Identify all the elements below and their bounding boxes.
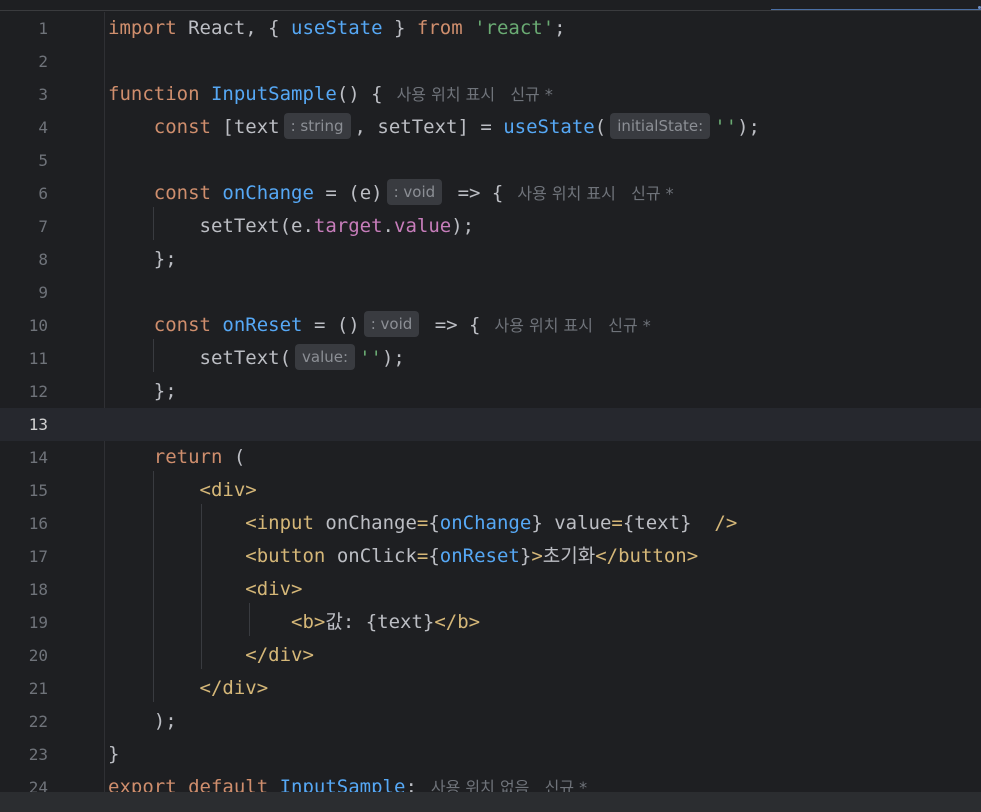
line-number: 4 bbox=[38, 118, 48, 137]
code-text: const onChange = (e): void => {사용 위치 표시 … bbox=[108, 177, 674, 210]
type-hint: : void bbox=[363, 311, 420, 337]
code-text: function InputSample() {사용 위치 표시 신규 * bbox=[108, 83, 553, 105]
line-number: 9 bbox=[38, 283, 48, 302]
code-line[interactable]: 11 setText(value: ''); bbox=[0, 342, 981, 375]
parameter-hint: value: bbox=[295, 344, 356, 370]
code-line[interactable]: 8 }; bbox=[0, 243, 981, 276]
code-line[interactable]: 9 bbox=[0, 276, 981, 309]
code-vision-lens[interactable]: 사용 위치 표시 신규 * bbox=[517, 184, 673, 203]
line-number: 23 bbox=[28, 745, 48, 764]
line-number: 16 bbox=[28, 514, 48, 533]
code-text: </div> bbox=[199, 677, 269, 699]
line-number: 12 bbox=[28, 382, 48, 401]
line-number: 22 bbox=[28, 712, 48, 731]
line-number: 15 bbox=[28, 481, 48, 500]
code-line[interactable]: 7 setText(e.target.value); bbox=[0, 210, 981, 243]
code-line[interactable]: 20 </div> bbox=[0, 639, 981, 672]
line-number: 19 bbox=[28, 613, 48, 632]
code-text: </div> bbox=[245, 644, 314, 666]
code-line[interactable]: 15 <div> bbox=[0, 474, 981, 507]
code-text: const onReset = (): void => {사용 위치 표시 신규… bbox=[108, 309, 651, 342]
code-line[interactable]: 19 <b>값: {text}</b> bbox=[0, 606, 981, 639]
type-hint: : string bbox=[283, 113, 351, 139]
line-number: 3 bbox=[38, 85, 48, 104]
line-number: 18 bbox=[28, 580, 48, 599]
line-number: 2 bbox=[38, 52, 48, 71]
type-hint: : void bbox=[386, 179, 443, 205]
code-text: }; bbox=[108, 380, 177, 402]
code-text: }; bbox=[108, 248, 177, 270]
code-text: <input onChange={onChange} value={text} … bbox=[245, 512, 738, 534]
code-vision-lens[interactable]: 사용 위치 없음 신규 * bbox=[431, 778, 587, 792]
code-vision-lens[interactable]: 사용 위치 표시 신규 * bbox=[397, 85, 553, 104]
line-number: 17 bbox=[28, 547, 48, 566]
code-line[interactable]: 10 const onReset = (): void => {사용 위치 표시… bbox=[0, 309, 981, 342]
code-line[interactable]: 14 return ( bbox=[0, 441, 981, 474]
code-line[interactable]: 3 function InputSample() {사용 위치 표시 신규 * bbox=[0, 78, 981, 111]
horizontal-scrollbar[interactable] bbox=[0, 792, 981, 812]
line-number: 11 bbox=[28, 349, 48, 368]
code-line[interactable]: 17 <button onClick={onReset}>초기화</button… bbox=[0, 540, 981, 573]
code-line[interactable]: 2 bbox=[0, 45, 981, 78]
code-text: const [text: string, setText] = useState… bbox=[108, 111, 760, 144]
code-line[interactable]: 12 }; bbox=[0, 375, 981, 408]
line-number: 8 bbox=[38, 250, 48, 269]
code-text: ); bbox=[108, 710, 177, 732]
code-text: <div> bbox=[199, 479, 257, 501]
code-line[interactable]: 16 <input onChange={onChange} value={tex… bbox=[0, 507, 981, 540]
code-vision-lens[interactable]: 사용 위치 표시 신규 * bbox=[494, 316, 650, 335]
code-text: export default InputSample; 사용 위치 없음 신규 * bbox=[108, 771, 587, 792]
line-number: 13 bbox=[28, 415, 48, 434]
code-line[interactable]: 22 ); bbox=[0, 705, 981, 738]
line-number: 7 bbox=[38, 217, 48, 236]
code-text: import React, { useState } from 'react'; bbox=[108, 17, 566, 39]
line-number: 14 bbox=[28, 448, 48, 467]
code-line[interactable]: 5 bbox=[0, 144, 981, 177]
line-number: 5 bbox=[38, 151, 48, 170]
line-number: 1 bbox=[38, 19, 48, 38]
active-tab-indicator bbox=[771, 9, 981, 10]
code-text: <div> bbox=[245, 578, 303, 600]
code-text: return ( bbox=[153, 446, 246, 468]
code-text: <button onClick={onReset}>초기화</button> bbox=[245, 545, 699, 567]
line-number: 10 bbox=[28, 316, 48, 335]
code-line[interactable]: 1 import React, { useState } from 'react… bbox=[0, 12, 981, 45]
code-line[interactable]: 23 } bbox=[0, 738, 981, 771]
code-line[interactable]: 18 <div> bbox=[0, 573, 981, 606]
code-text: <b>값: {text}</b> bbox=[291, 611, 481, 633]
code-line[interactable]: 4 const [text: string, setText] = useSta… bbox=[0, 111, 981, 144]
line-number: 6 bbox=[38, 184, 48, 203]
line-number: 20 bbox=[28, 646, 48, 665]
code-line[interactable]: 6 const onChange = (e): void => {사용 위치 표… bbox=[0, 177, 981, 210]
current-line[interactable]: 13 bbox=[0, 408, 981, 441]
code-line[interactable]: 24 export default InputSample; 사용 위치 없음 신… bbox=[0, 771, 981, 792]
code-editor[interactable]: 1 import React, { useState } from 'react… bbox=[0, 12, 981, 792]
code-text: setText(e.target.value); bbox=[108, 215, 475, 237]
parameter-hint: initialState: bbox=[610, 113, 711, 139]
code-text: } bbox=[108, 743, 120, 765]
code-text: setText(value: ''); bbox=[108, 342, 405, 375]
line-number: 21 bbox=[28, 679, 48, 698]
line-number: 24 bbox=[28, 778, 48, 792]
code-line[interactable]: 21 </div> bbox=[0, 672, 981, 705]
